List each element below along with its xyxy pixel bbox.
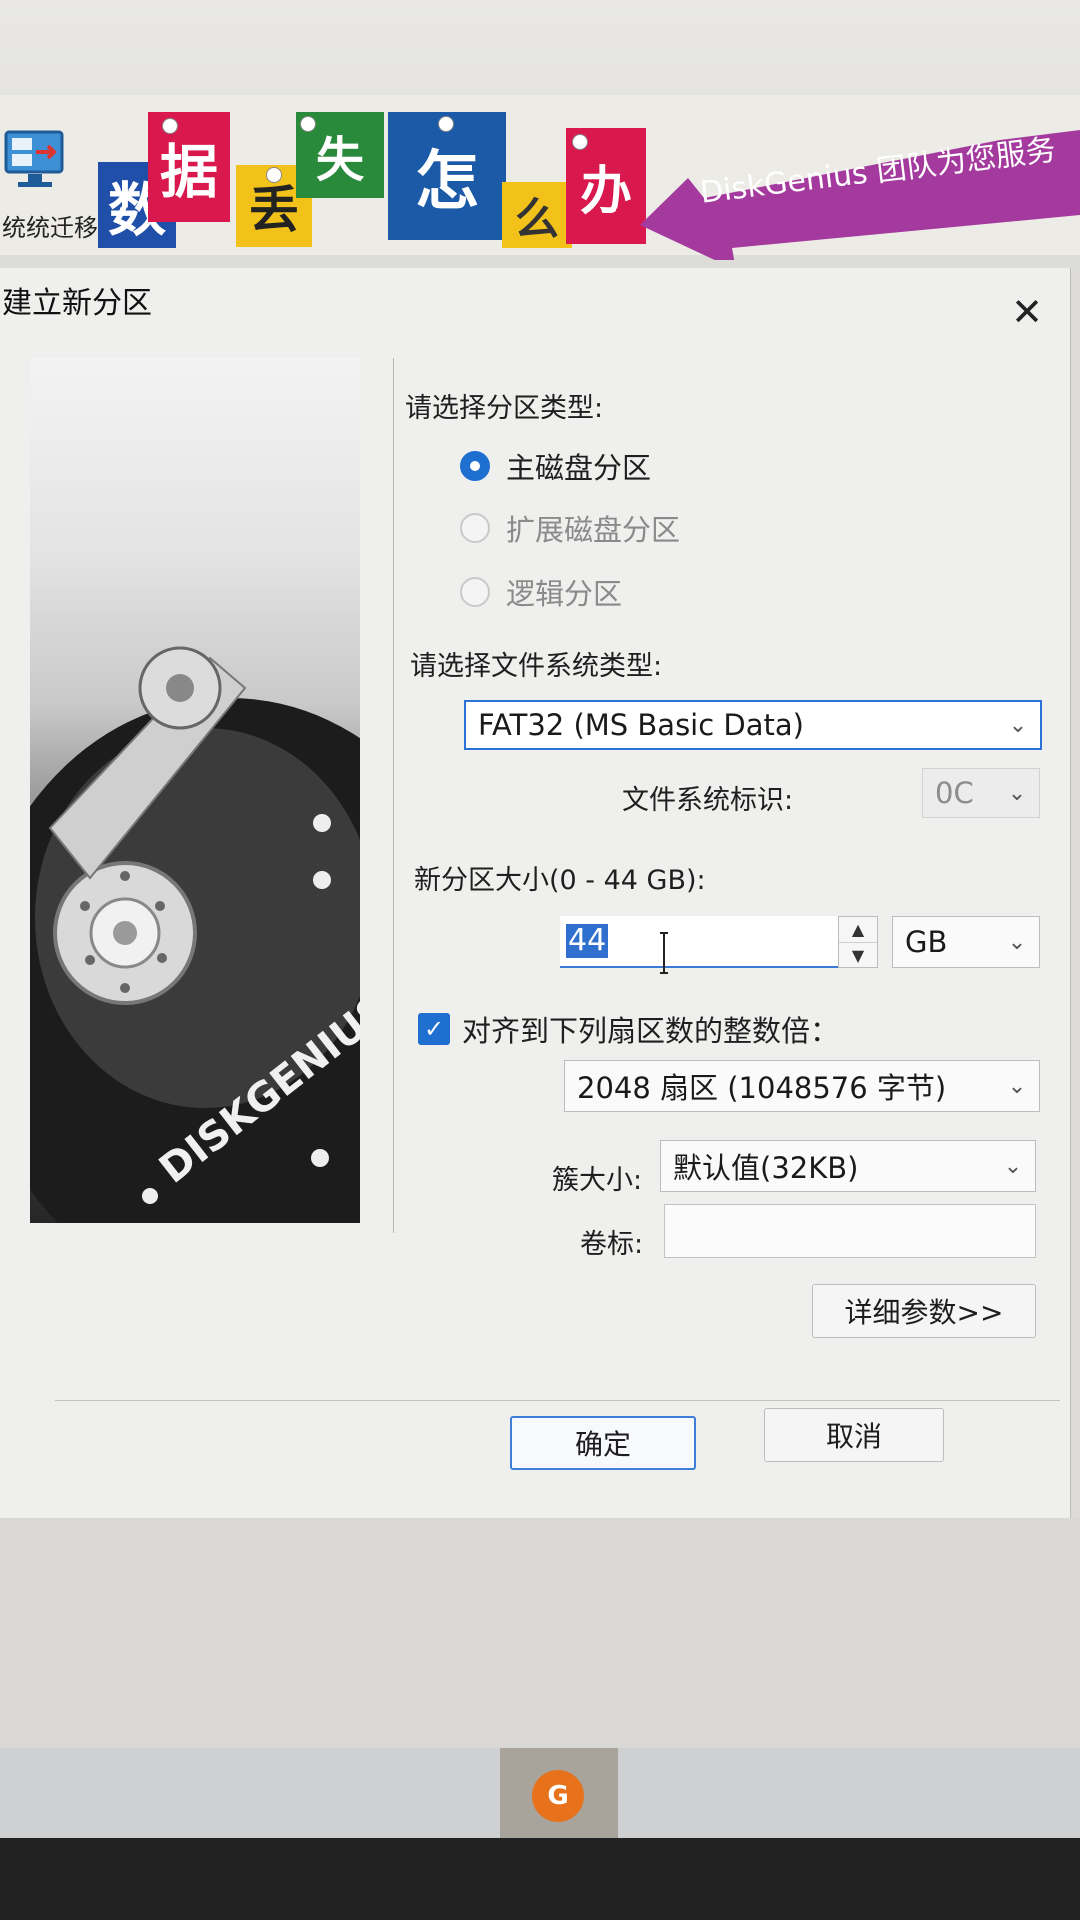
ad-tile-4: 失 bbox=[296, 112, 384, 198]
panel-divider bbox=[393, 358, 394, 1233]
size-label: 新分区大小(0 - 44 GB): bbox=[414, 865, 706, 896]
ad-tile-5: 怎 bbox=[388, 112, 506, 240]
system-migrate-label: 统统迁移 bbox=[2, 214, 98, 242]
radio-extended-partition: 扩展磁盘分区 bbox=[460, 508, 680, 548]
partition-type-label: 请选择分区类型: bbox=[405, 393, 604, 424]
volume-label-label: 卷标: bbox=[580, 1229, 644, 1260]
cluster-size-value: 默认值(32KB) bbox=[673, 1151, 859, 1185]
spin-up-icon[interactable]: ▲ bbox=[839, 917, 877, 942]
screen-bezel bbox=[0, 1838, 1080, 1920]
fs-type-label: 请选择文件系统类型: bbox=[410, 651, 663, 682]
cluster-size-dropdown[interactable]: 默认值(32KB) ⌄ bbox=[660, 1140, 1036, 1192]
ad-tile-6: 么 bbox=[502, 182, 572, 248]
radio-label: 逻辑分区 bbox=[506, 577, 623, 611]
dialog-title: 建立新分区 bbox=[2, 286, 152, 321]
volume-label-input[interactable] bbox=[664, 1204, 1036, 1258]
align-sectors-value: 2048 扇区 (1048576 字节) bbox=[577, 1071, 947, 1105]
diskgenius-app-icon[interactable]: G bbox=[532, 1770, 584, 1822]
radio-primary-partition[interactable]: 主磁盘分区 bbox=[460, 446, 651, 486]
ad-char: 失 bbox=[315, 132, 364, 188]
hard-disk-artwork: DISKGENIUS bbox=[30, 358, 360, 1223]
ad-char: 么 bbox=[515, 194, 559, 245]
align-label: 对齐到下列扇区数的整数倍： bbox=[462, 1014, 840, 1048]
desktop-area bbox=[0, 1518, 1080, 1748]
fs-type-dropdown[interactable]: FAT32 (MS Basic Data) ⌄ bbox=[464, 700, 1042, 750]
hard-disk-image: DISKGENIUS bbox=[30, 646, 360, 1223]
ad-tile-2: 据 bbox=[148, 112, 230, 222]
chevron-down-icon: ⌄ bbox=[1007, 929, 1027, 955]
radio-label: 扩展磁盘分区 bbox=[506, 513, 681, 547]
align-checkbox[interactable]: ✓ bbox=[418, 1013, 450, 1045]
new-partition-dialog: 建立新分区 ✕ DISKGENIUS 请选择分区类型: 主磁盘分区 扩展磁盘分区… bbox=[0, 268, 1071, 1518]
cluster-size-label: 簇大小: bbox=[552, 1165, 643, 1196]
chevron-down-icon: ⌄ bbox=[1003, 1153, 1023, 1179]
chevron-down-icon: ⌄ bbox=[1007, 780, 1027, 806]
radio-button bbox=[460, 513, 490, 543]
cancel-button-label: 取消 bbox=[825, 1420, 882, 1453]
ad-slogan-arrow[interactable]: DiskGenius 团队为您服务 bbox=[640, 120, 1080, 260]
app-banner: 统统迁移 数 据 丢 失 怎 么 办 ！ DiskGenius 团队为您服务 bbox=[0, 0, 1080, 270]
button-separator bbox=[55, 1400, 1060, 1401]
spin-down-icon[interactable]: ▼ bbox=[839, 942, 877, 968]
close-button[interactable]: ✕ bbox=[1005, 290, 1049, 334]
close-icon: ✕ bbox=[1011, 290, 1043, 334]
ad-char: ！ bbox=[610, 203, 644, 244]
details-button[interactable]: 详细参数>> bbox=[812, 1284, 1036, 1338]
fs-id-value: 0C bbox=[935, 776, 974, 810]
fs-type-value: FAT32 (MS Basic Data) bbox=[478, 708, 804, 742]
ad-char: 据 bbox=[159, 138, 218, 206]
fs-id-label: 文件系统标识: bbox=[622, 785, 794, 816]
align-sectors-dropdown[interactable]: 2048 扇区 (1048576 字节) ⌄ bbox=[564, 1060, 1040, 1112]
text-cursor-icon bbox=[660, 932, 668, 974]
radio-logical-partition: 逻辑分区 bbox=[460, 572, 622, 612]
fs-id-dropdown: 0C ⌄ bbox=[922, 768, 1040, 818]
ad-tile-8: ！ bbox=[610, 200, 644, 244]
size-spinner[interactable]: ▲ ▼ bbox=[838, 916, 878, 968]
align-checkbox-row[interactable]: ✓ 对齐到下列扇区数的整数倍： bbox=[418, 1008, 839, 1050]
ok-button[interactable]: 确定 bbox=[510, 1416, 696, 1470]
ad-char: 怎 bbox=[415, 144, 479, 219]
radio-button-checked[interactable] bbox=[460, 451, 490, 481]
ok-button-label: 确定 bbox=[574, 1428, 631, 1461]
radio-button bbox=[460, 577, 490, 607]
system-migrate-tool[interactable]: 统统迁移 bbox=[0, 118, 98, 248]
monitor-icon bbox=[4, 130, 64, 187]
chevron-down-icon: ⌄ bbox=[1007, 1073, 1027, 1099]
details-button-label: 详细参数>> bbox=[844, 1296, 1004, 1329]
cancel-button[interactable]: 取消 bbox=[764, 1408, 944, 1462]
size-unit-value: GB bbox=[905, 925, 948, 959]
size-value-selected: 44 bbox=[566, 923, 609, 958]
size-input[interactable]: 44 bbox=[560, 916, 838, 974]
radio-label: 主磁盘分区 bbox=[506, 451, 652, 485]
size-unit-dropdown[interactable]: GB ⌄ bbox=[892, 916, 1040, 968]
chevron-down-icon: ⌄ bbox=[1008, 712, 1028, 738]
